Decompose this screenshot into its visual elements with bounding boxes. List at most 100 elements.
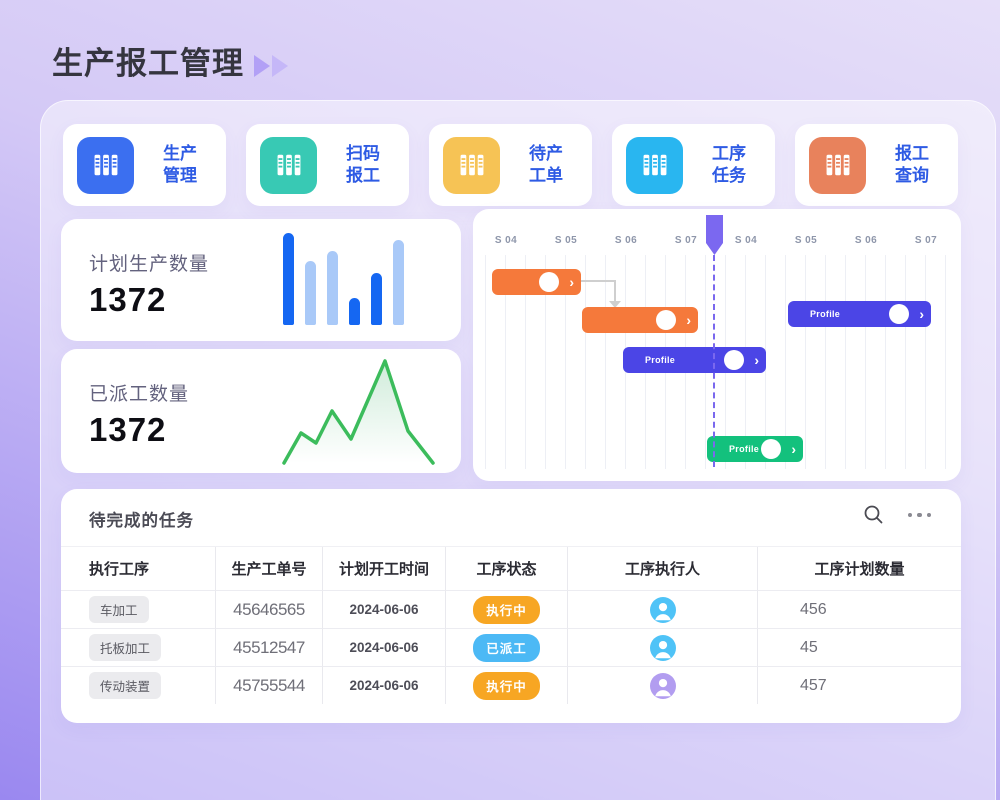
status-badge: 执行中	[473, 596, 540, 624]
planned-quantity-label: 计划生产数量	[89, 249, 209, 276]
nav-label: 待产	[529, 144, 563, 163]
gantt-card: S 04S 05S 06S 07S 04S 05S 06S 07 ››Profi…	[473, 209, 961, 481]
gantt-connector	[614, 280, 616, 302]
gantt-task-bar[interactable]: Profile ›	[623, 347, 766, 373]
bar-chart-bar	[393, 240, 404, 325]
books-icon-glyph	[90, 149, 122, 181]
dispatched-quantity-value: 1372	[89, 411, 166, 449]
bar-chart-bar	[283, 233, 294, 325]
process-pill: 传动装置	[89, 672, 161, 699]
tasks-table: 执行工序生产工单号计划开工时间工序状态工序执行人工序计划数量车加工4564656…	[61, 546, 961, 704]
planned-qty-cell: 456	[758, 590, 961, 628]
process-pill: 车加工	[89, 596, 149, 623]
executor-cell	[568, 666, 758, 704]
nav-production-management[interactable]: 生产管理	[63, 124, 226, 206]
more-options-icon[interactable]	[904, 509, 936, 522]
nav-report-query[interactable]: 报工查询	[795, 124, 958, 206]
chevron-right-icon: ›	[686, 307, 691, 333]
gantt-task-bar[interactable]: Profile ›	[788, 301, 931, 327]
page-title-text: 生产报工管理	[52, 46, 244, 81]
gantt-bar-handle[interactable]	[539, 272, 559, 292]
nav-label: 扫码	[346, 144, 380, 163]
gantt-connector	[581, 280, 616, 282]
status-cell: 执行中	[446, 666, 568, 704]
nav-label: 报工	[895, 144, 929, 163]
dispatched-quantity-label: 已派工数量	[89, 379, 189, 406]
gantt-tick-label: S 07	[904, 235, 948, 246]
table-column-header: 工序计划数量	[758, 547, 961, 590]
nav-pending-orders[interactable]: 待产工单	[429, 124, 592, 206]
chevron-right-icon: ›	[791, 436, 796, 462]
avatar[interactable]	[650, 597, 676, 623]
gantt-tick-label: S 04	[724, 235, 768, 246]
gantt-bar-handle[interactable]	[761, 439, 781, 459]
gantt-tick-label: S 04	[484, 235, 528, 246]
bar-chart-bar	[371, 273, 382, 325]
nav-label: 工序	[712, 144, 746, 163]
gantt-bar-label: Profile	[645, 355, 675, 365]
books-icon	[443, 137, 500, 194]
tasks-title: 待完成的任务	[89, 507, 194, 531]
gantt-tick-label: S 07	[664, 235, 708, 246]
start-date-cell: 2024-06-06	[323, 628, 446, 666]
gantt-bar-label: Profile	[810, 309, 840, 319]
books-icon-glyph	[639, 149, 671, 181]
gantt-bar-handle[interactable]	[656, 310, 676, 330]
books-icon	[260, 137, 317, 194]
main-panel: 生产管理 扫码报工 待产工单 工序任务	[40, 100, 996, 800]
status-cell: 执行中	[446, 590, 568, 628]
status-badge: 已派工	[473, 634, 540, 662]
executor-cell	[568, 590, 758, 628]
dispatched-line-chart	[281, 353, 441, 469]
gantt-today-marker-icon	[706, 215, 723, 255]
gantt-bar-handle[interactable]	[724, 350, 744, 370]
books-icon-glyph	[822, 149, 854, 181]
gantt-bar-label: Profile	[729, 444, 759, 454]
nav-label: 生产	[163, 144, 197, 163]
order-no-cell: 45512547	[216, 628, 323, 666]
bar-chart-bar	[349, 298, 360, 325]
process-cell: 托板加工	[61, 628, 216, 666]
tasks-card: 待完成的任务 执行工序生产工单号计划开工时间工序状态工序执行人工序计划数量车加工…	[61, 489, 961, 723]
avatar[interactable]	[650, 635, 676, 661]
gantt-tick-label: S 05	[544, 235, 588, 246]
planned-quantity-card: 计划生产数量 1372	[61, 219, 461, 341]
gantt-task-bar[interactable]: ›	[582, 307, 698, 333]
user-avatar-icon	[650, 635, 676, 661]
chevron-right-icon: ›	[569, 269, 574, 295]
gantt-tick-label: S 06	[604, 235, 648, 246]
dispatched-quantity-card: 已派工数量 1372	[61, 349, 461, 473]
user-avatar-icon	[650, 597, 676, 623]
avatar[interactable]	[650, 673, 676, 699]
nav-scan-report[interactable]: 扫码报工	[246, 124, 409, 206]
gantt-bar-handle[interactable]	[889, 304, 909, 324]
process-cell: 车加工	[61, 590, 216, 628]
search-icon[interactable]	[862, 503, 886, 527]
status-badge: 执行中	[473, 672, 540, 700]
title-arrows-icon	[254, 46, 290, 82]
planned-qty-cell: 45	[758, 628, 961, 666]
chevron-right-icon: ›	[754, 347, 759, 373]
books-icon-glyph	[456, 149, 488, 181]
gantt-today-line	[713, 255, 715, 467]
start-date-cell: 2024-06-06	[323, 666, 446, 704]
process-pill: 托板加工	[89, 634, 161, 661]
gantt-tick-label: S 05	[784, 235, 828, 246]
table-column-header: 工序执行人	[568, 547, 758, 590]
table-column-header: 工序状态	[446, 547, 568, 590]
table-column-header: 生产工单号	[216, 547, 323, 590]
nav-process-tasks[interactable]: 工序任务	[612, 124, 775, 206]
books-icon	[626, 137, 683, 194]
gantt-task-bar[interactable]: ›	[492, 269, 581, 295]
chevron-right-icon: ›	[919, 301, 924, 327]
order-no-cell: 45755544	[216, 666, 323, 704]
gantt-tick-label: S 06	[844, 235, 888, 246]
table-column-header: 执行工序	[61, 547, 216, 590]
bar-chart-bar	[305, 261, 316, 325]
gantt-task-bar[interactable]: Profile ›	[707, 436, 803, 462]
screen: 生产报工管理 生产管理 扫码报工 待产工单	[0, 0, 1000, 800]
status-cell: 已派工	[446, 628, 568, 666]
planned-quantity-value: 1372	[89, 281, 166, 319]
user-avatar-icon	[650, 673, 676, 699]
books-icon	[809, 137, 866, 194]
